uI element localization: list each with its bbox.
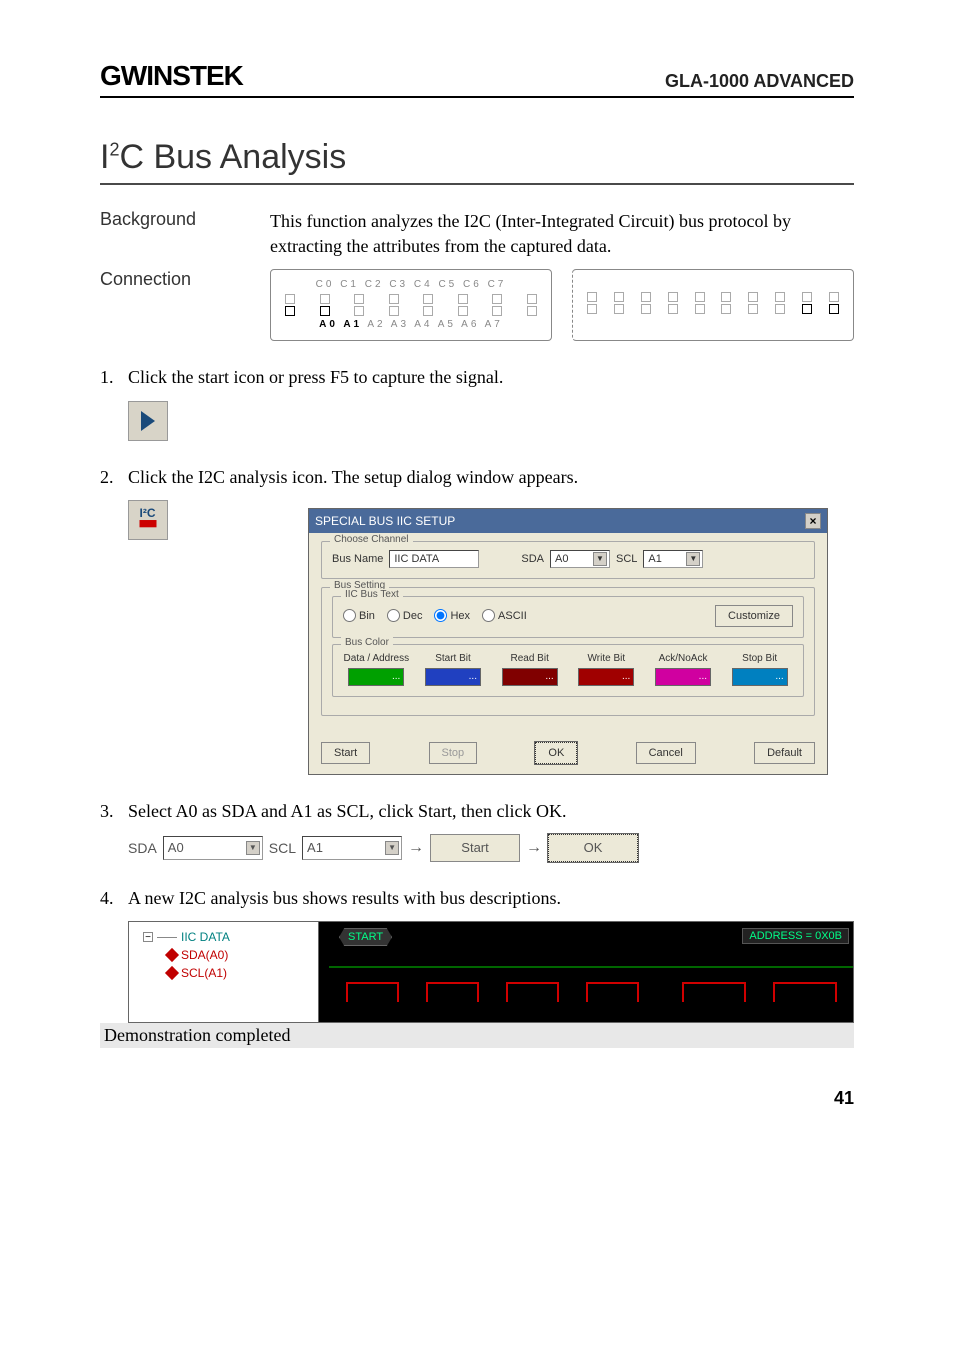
color-label: Ack/NoAck: [659, 653, 708, 664]
radio-ascii[interactable]: ASCII: [482, 609, 527, 622]
dialog-cancel-button[interactable]: Cancel: [636, 742, 696, 764]
model-label: GLA-1000 ADVANCED: [665, 71, 854, 92]
radio-dec[interactable]: Dec: [387, 609, 423, 622]
chevron-down-icon: ▼: [385, 841, 399, 855]
choose-channel-group: Choose Channel Bus Name IIC DATA SDA A0▼…: [321, 541, 815, 579]
bus-color-group: Bus Color Data / Address... Start Bit...…: [332, 644, 804, 697]
step-number: 3.: [100, 799, 128, 824]
color-label: Start Bit: [435, 653, 471, 664]
color-swatch-ack[interactable]: ...: [655, 668, 711, 686]
collapse-icon[interactable]: −: [143, 932, 153, 942]
color-swatch-read[interactable]: ...: [502, 668, 558, 686]
connection-row: Connection C0 C1 C2 C3 C4 C5 C6 C7 A0 A1…: [100, 269, 854, 341]
color-swatch-data[interactable]: ...: [348, 668, 404, 686]
start-tag: START: [339, 928, 392, 946]
waveform-canvas[interactable]: START ADDRESS = 0X0B: [319, 922, 853, 1022]
color-swatch-write[interactable]: ...: [578, 668, 634, 686]
signal-tree: − IIC DATA SDA(A0) SCL(A1): [129, 922, 319, 1022]
background-row: Background This function analyzes the I2…: [100, 209, 854, 259]
dialog-stop-button[interactable]: Stop: [429, 742, 478, 764]
sda-label: SDA: [521, 553, 544, 565]
dialog-default-button[interactable]: Default: [754, 742, 815, 764]
connector-diagram-left: C0 C1 C2 C3 C4 C5 C6 C7 A0 A1 A2 A3 A4 A…: [270, 269, 552, 341]
scl-label: SCL: [616, 553, 637, 565]
color-label: Write Bit: [588, 653, 626, 664]
i2c-icon: I²C▀▀: [139, 506, 156, 534]
tree-scl-node[interactable]: SCL(A1): [133, 964, 314, 982]
scl-trace: [319, 982, 853, 1010]
step-number: 2.: [100, 465, 128, 490]
color-swatch-start[interactable]: ...: [425, 668, 481, 686]
arrow-icon: →: [408, 839, 424, 857]
waveform-viewer: − IIC DATA SDA(A0) SCL(A1) START ADDRESS…: [128, 921, 854, 1023]
top-pin-labels: C0 C1 C2 C3 C4 C5 C6 C7: [285, 278, 537, 292]
brand-logo: GWINSTEK: [100, 60, 243, 92]
sda-combo-step3[interactable]: A0▼: [163, 836, 263, 860]
background-label: Background: [100, 209, 270, 259]
group-label: Choose Channel: [330, 534, 413, 545]
start-icon-button[interactable]: [128, 401, 168, 441]
i2c-analysis-icon-button[interactable]: I²C▀▀: [128, 500, 168, 540]
dialog-titlebar: SPECIAL BUS IIC SETUP ×: [309, 509, 827, 533]
color-label: Data / Address: [344, 653, 410, 664]
tree-bus-node[interactable]: − IIC DATA: [133, 928, 314, 946]
sda-trace: [329, 966, 853, 968]
radio-hex[interactable]: Hex: [434, 609, 470, 622]
step-text: Click the I2C analysis icon. The setup d…: [128, 467, 578, 487]
play-icon: [141, 411, 155, 431]
ok-button-step3[interactable]: OK: [548, 834, 638, 862]
color-swatch-stop[interactable]: ...: [732, 668, 788, 686]
chevron-down-icon: ▼: [246, 841, 260, 855]
iic-bus-text-group: IIC Bus Text Bin Dec Hex ASCII Customize: [332, 596, 804, 638]
step-2: 2.Click the I2C analysis icon. The setup…: [100, 465, 854, 490]
dialog-start-button[interactable]: Start: [321, 742, 370, 764]
step-text: A new I2C analysis bus shows results wit…: [128, 888, 561, 908]
dialog-title-text: SPECIAL BUS IIC SETUP: [315, 514, 455, 528]
step-text: Click the start icon or press F5 to capt…: [128, 367, 503, 387]
dialog-ok-button[interactable]: OK: [535, 742, 577, 764]
sda-combo[interactable]: A0▼: [550, 550, 610, 568]
probe-icon: [165, 966, 179, 980]
chevron-down-icon: ▼: [593, 552, 607, 566]
scl-label: SCL: [269, 840, 296, 856]
step3-controls: SDA A0▼ SCL A1▼ → Start → OK: [128, 834, 854, 862]
color-label: Read Bit: [511, 653, 549, 664]
dialog-close-button[interactable]: ×: [805, 513, 821, 529]
page-number: 41: [100, 1088, 854, 1109]
group-label: Bus Color: [341, 637, 393, 648]
logo-text: GWINSTEK: [100, 60, 243, 92]
bus-name-input[interactable]: IIC DATA: [389, 550, 479, 568]
scl-combo[interactable]: A1▼: [643, 550, 703, 568]
probe-icon: [165, 948, 179, 962]
connection-label: Connection: [100, 269, 270, 341]
bus-setting-group: Bus Setting IIC Bus Text Bin Dec Hex ASC…: [321, 587, 815, 716]
demo-complete-text: Demonstration completed: [100, 1023, 854, 1048]
group-label: IIC Bus Text: [341, 589, 403, 600]
customize-button[interactable]: Customize: [715, 605, 793, 627]
tree-sda-node[interactable]: SDA(A0): [133, 946, 314, 964]
start-button-step3[interactable]: Start: [430, 834, 520, 862]
address-tag: ADDRESS = 0X0B: [742, 928, 849, 944]
color-label: Stop Bit: [742, 653, 777, 664]
arrow-icon: →: [526, 839, 542, 857]
page-title: I2C Bus Analysis: [100, 138, 854, 185]
radio-bin[interactable]: Bin: [343, 609, 375, 622]
step-3: 3.Select A0 as SDA and A1 as SCL, click …: [100, 799, 854, 824]
step-number: 1.: [100, 365, 128, 390]
chevron-down-icon: ▼: [686, 552, 700, 566]
bus-name-label: Bus Name: [332, 553, 383, 565]
sda-label: SDA: [128, 840, 157, 856]
iic-setup-dialog: SPECIAL BUS IIC SETUP × Choose Channel B…: [308, 508, 828, 775]
page-header: GWINSTEK GLA-1000 ADVANCED: [100, 60, 854, 98]
connection-diagrams: C0 C1 C2 C3 C4 C5 C6 C7 A0 A1 A2 A3 A4 A…: [270, 269, 854, 341]
step-4: 4.A new I2C analysis bus shows results w…: [100, 886, 854, 911]
background-text: This function analyzes the I2C (Inter-In…: [270, 209, 854, 259]
step-number: 4.: [100, 886, 128, 911]
step-1: 1.Click the start icon or press F5 to ca…: [100, 365, 854, 390]
connector-diagram-right: [572, 269, 854, 341]
scl-combo-step3[interactable]: A1▼: [302, 836, 402, 860]
step-text: Select A0 as SDA and A1 as SCL, click St…: [128, 801, 566, 821]
